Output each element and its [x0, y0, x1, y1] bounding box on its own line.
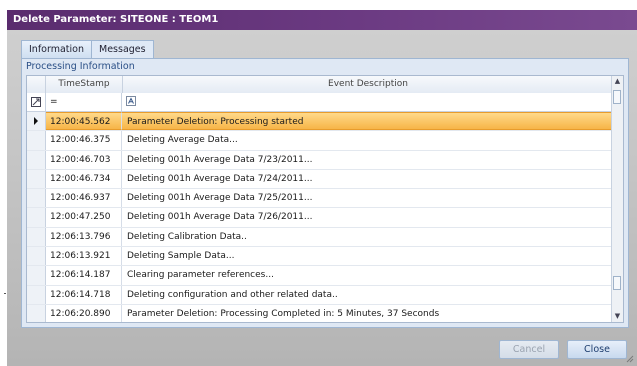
tab-strip: Information Messages	[21, 40, 154, 59]
event-description-cell: Deleting 001h Average Data 7/26/2011...	[127, 212, 313, 223]
event-description-cell: Deleting 001h Average Data 7/23/2011...	[127, 154, 313, 165]
timestamp-cell: 12:00:46.375	[46, 131, 122, 150]
table-row[interactable]: 12:06:20.890 Parameter Deletion: Process…	[27, 304, 613, 322]
clear-filter-icon[interactable]	[27, 93, 46, 111]
grid-rows: 12:00:45.562 Parameter Deletion: Process…	[27, 112, 613, 322]
timestamp-cell: 12:06:13.921	[46, 247, 122, 266]
row-selector[interactable]	[27, 131, 46, 150]
scroll-thumb-bottom[interactable]	[613, 276, 621, 290]
event-description-cell: Deleting Average Data...	[127, 135, 238, 146]
window-title: Delete Parameter: SITEONE : TEOM1	[13, 14, 219, 25]
scroll-down-icon[interactable]: ▼	[612, 311, 623, 322]
scroll-thumb-top[interactable]	[613, 90, 621, 104]
table-row[interactable]: 12:00:46.937 Deleting 001h Average Data …	[27, 189, 613, 209]
close-button[interactable]: Close	[567, 340, 627, 359]
table-row[interactable]: 12:00:47.250 Deleting 001h Average Data …	[27, 208, 613, 228]
row-selector[interactable]	[27, 189, 46, 208]
row-indicator-header	[27, 76, 46, 93]
row-selector[interactable]	[27, 227, 46, 247]
row-selector[interactable]	[27, 247, 46, 266]
timestamp-cell: 12:00:47.250	[46, 208, 122, 227]
row-selector[interactable]	[27, 150, 46, 169]
outside-tick-mark	[4, 293, 6, 294]
filter-row: =	[27, 93, 613, 112]
processing-information-panel: Processing Information TimeStamp Event D…	[21, 58, 629, 328]
table-row[interactable]: 12:00:46.734 Deleting 001h Average Data …	[27, 169, 613, 190]
timestamp-cell: 12:00:46.937	[46, 189, 122, 208]
event-description-cell: Deleting 001h Average Data 7/25/2011...	[127, 193, 313, 204]
table-row[interactable]: 12:06:13.796 Deleting Calibration Data..	[27, 227, 613, 248]
timestamp-cell: 12:06:14.187	[46, 266, 122, 285]
table-row[interactable]: 12:00:45.562 Parameter Deletion: Process…	[27, 112, 613, 132]
messages-grid: TimeStamp Event Description = 12:00:45.5…	[26, 75, 624, 323]
table-row[interactable]: 12:06:14.187 Clearing parameter referenc…	[27, 266, 613, 286]
row-selector[interactable]	[27, 285, 46, 304]
timestamp-cell: 12:00:45.562	[46, 112, 122, 131]
tab-information[interactable]: Information	[21, 40, 92, 58]
text-filter-icon[interactable]	[126, 95, 136, 109]
scroll-up-icon[interactable]: ▲	[612, 76, 623, 87]
column-header-timestamp[interactable]: TimeStamp	[46, 76, 123, 93]
row-selector[interactable]	[27, 208, 46, 227]
tab-messages[interactable]: Messages	[91, 40, 154, 59]
timestamp-cell: 12:06:14.718	[46, 285, 122, 304]
event-description-cell: Clearing parameter references...	[127, 270, 274, 281]
window-title-bar[interactable]: Delete Parameter: SITEONE : TEOM1	[7, 10, 637, 30]
column-header-event-description[interactable]: Event Description	[123, 76, 613, 93]
cancel-button[interactable]: Cancel	[499, 340, 559, 359]
timestamp-cell: 12:06:13.796	[46, 227, 122, 247]
event-description-cell: Parameter Deletion: Processing started	[122, 112, 613, 131]
row-selector-arrow-icon	[27, 112, 46, 131]
vertical-scrollbar[interactable]: ▲ ▼	[611, 76, 623, 322]
table-row[interactable]: 12:00:46.703 Deleting 001h Average Data …	[27, 150, 613, 170]
panel-caption: Processing Information	[26, 61, 135, 72]
event-description-cell: Deleting 001h Average Data 7/24/2011...	[127, 173, 313, 184]
timestamp-cell: 12:06:20.890	[46, 304, 122, 322]
timestamp-filter-operator[interactable]: =	[46, 93, 122, 111]
event-description-cell: Deleting configuration and other related…	[127, 289, 338, 300]
resize-grip-icon[interactable]	[626, 355, 634, 363]
row-selector[interactable]	[27, 169, 46, 189]
grid-header: TimeStamp Event Description	[27, 76, 613, 94]
table-row[interactable]: 12:00:46.375 Deleting Average Data...	[27, 131, 613, 151]
event-description-cell: Parameter Deletion: Processing Completed…	[127, 308, 440, 319]
row-selector[interactable]	[27, 304, 46, 322]
table-row[interactable]: 12:06:14.718 Deleting configuration and …	[27, 285, 613, 305]
row-selector[interactable]	[27, 266, 46, 285]
description-filter-cell[interactable]	[122, 93, 613, 111]
event-description-cell: Deleting Calibration Data..	[127, 231, 247, 242]
timestamp-cell: 12:00:46.734	[46, 169, 122, 189]
dialog-body: Information Messages Processing Informat…	[7, 30, 637, 366]
timestamp-cell: 12:00:46.703	[46, 150, 122, 169]
event-description-cell: Deleting Sample Data...	[127, 251, 235, 262]
table-row[interactable]: 12:06:13.921 Deleting Sample Data...	[27, 247, 613, 267]
dialog-buttons: Cancel Close	[499, 340, 627, 359]
